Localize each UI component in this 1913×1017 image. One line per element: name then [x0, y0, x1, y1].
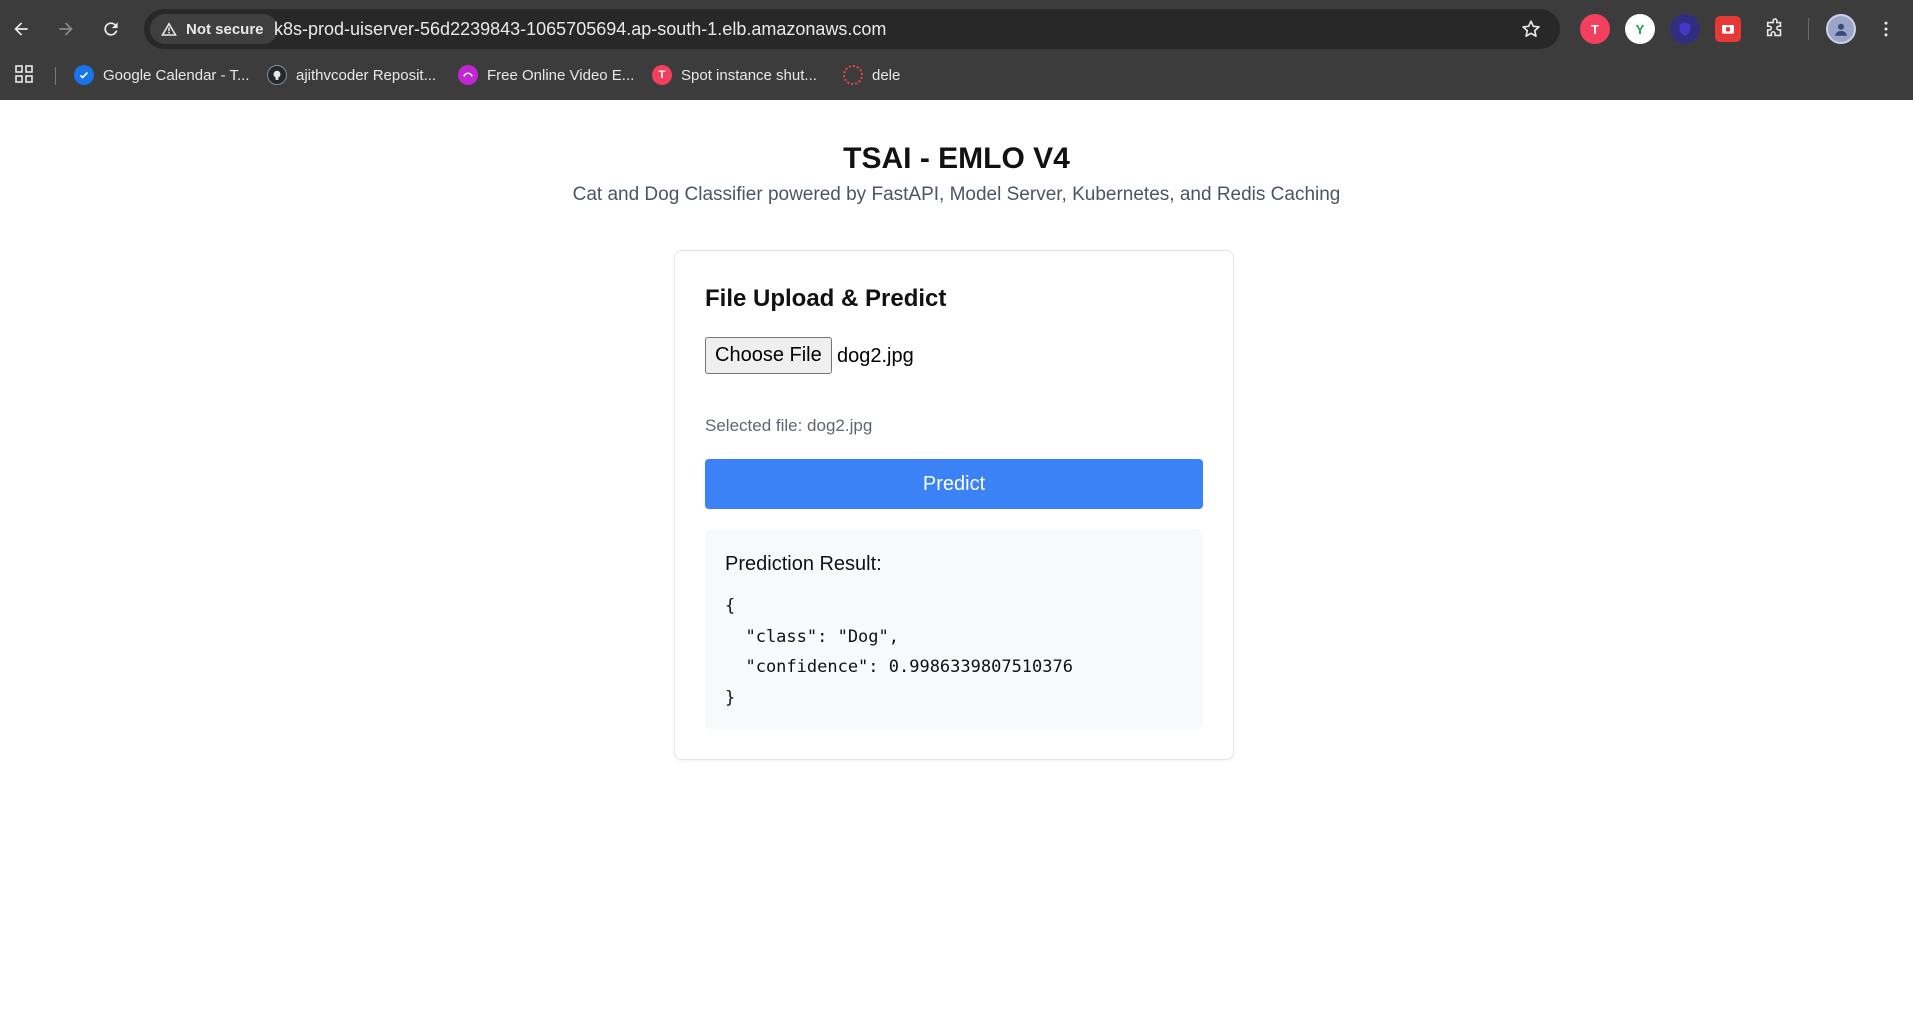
back-button[interactable]: [4, 12, 38, 46]
screenshot-extension-icon[interactable]: [1715, 16, 1741, 42]
video-editor-icon: [458, 65, 478, 85]
bookmarks-separator: [55, 67, 56, 85]
page-title: TSAI - EMLO V4: [843, 142, 1070, 175]
browser-toolbar: Not secure k8s-prod-uiserver-56d2239843-…: [0, 0, 1913, 57]
page-content: TSAI - EMLO V4 Cat and Dog Classifier po…: [0, 100, 1913, 1017]
warning-triangle-icon: [161, 22, 177, 36]
shield-icon: [1679, 22, 1691, 36]
reload-icon: [104, 22, 118, 36]
chosen-file-name: dog2.jpg: [837, 345, 914, 367]
arrow-left-icon: [14, 22, 28, 36]
bookmark-free-online-video-editor[interactable]: Free Online Video E...: [458, 62, 634, 88]
prediction-result-label: Prediction Result:: [725, 553, 882, 575]
predict-button[interactable]: Predict: [705, 459, 1203, 509]
card-title: File Upload & Predict: [705, 285, 947, 312]
forward-button[interactable]: [49, 12, 83, 46]
calendar-icon: [74, 65, 94, 85]
bookmark-google-calendar[interactable]: Google Calendar - T...: [74, 62, 249, 88]
y-extension-icon[interactable]: Y: [1625, 14, 1655, 44]
page-subtitle: Cat and Dog Classifier powered by FastAP…: [572, 184, 1341, 205]
apps-grid-icon[interactable]: [14, 64, 34, 84]
tab-icon: T: [652, 65, 672, 85]
profile-avatar[interactable]: [1826, 14, 1856, 44]
security-indicator[interactable]: Not secure: [150, 14, 278, 44]
shield-extension-icon[interactable]: [1670, 14, 1700, 44]
toolbar-separator: [1808, 18, 1809, 40]
avatar-icon: [1835, 23, 1847, 36]
bookmark-spot-instance[interactable]: T Spot instance shut...: [652, 62, 817, 88]
extensions-puzzle-icon[interactable]: [1760, 14, 1790, 44]
spinner-icon: [843, 65, 863, 85]
puzzle-icon: [1766, 18, 1782, 37]
url-text[interactable]: k8s-prod-uiserver-56d2239843-1065705694.…: [274, 19, 886, 40]
bookmark-dele[interactable]: dele: [843, 62, 900, 88]
reload-button[interactable]: [94, 12, 128, 46]
arrow-right-icon: [59, 22, 73, 36]
camera-icon: [1722, 25, 1734, 34]
security-label: Not secure: [186, 20, 264, 38]
prediction-result-json: { "class": "Dog", "confidence": 0.998633…: [725, 596, 1073, 708]
prediction-result-panel: Prediction Result: { "class": "Dog", "co…: [705, 529, 1203, 729]
address-bar[interactable]: Not secure k8s-prod-uiserver-56d2239843-…: [144, 9, 1560, 49]
browser-menu-button[interactable]: [1871, 14, 1901, 44]
github-icon: [267, 65, 287, 85]
kebab-menu-icon: [1884, 21, 1888, 37]
selected-file-text: Selected file: dog2.jpg: [705, 416, 873, 435]
bookmark-ajithvcoder-repository[interactable]: ajithvcoder Reposit...: [267, 62, 436, 88]
bookmark-star-icon[interactable]: [1520, 18, 1542, 40]
t-extension-icon[interactable]: T: [1580, 14, 1610, 44]
upload-card: File Upload & Predict Choose File dog2.j…: [674, 250, 1234, 760]
choose-file-button[interactable]: Choose File: [705, 337, 832, 374]
